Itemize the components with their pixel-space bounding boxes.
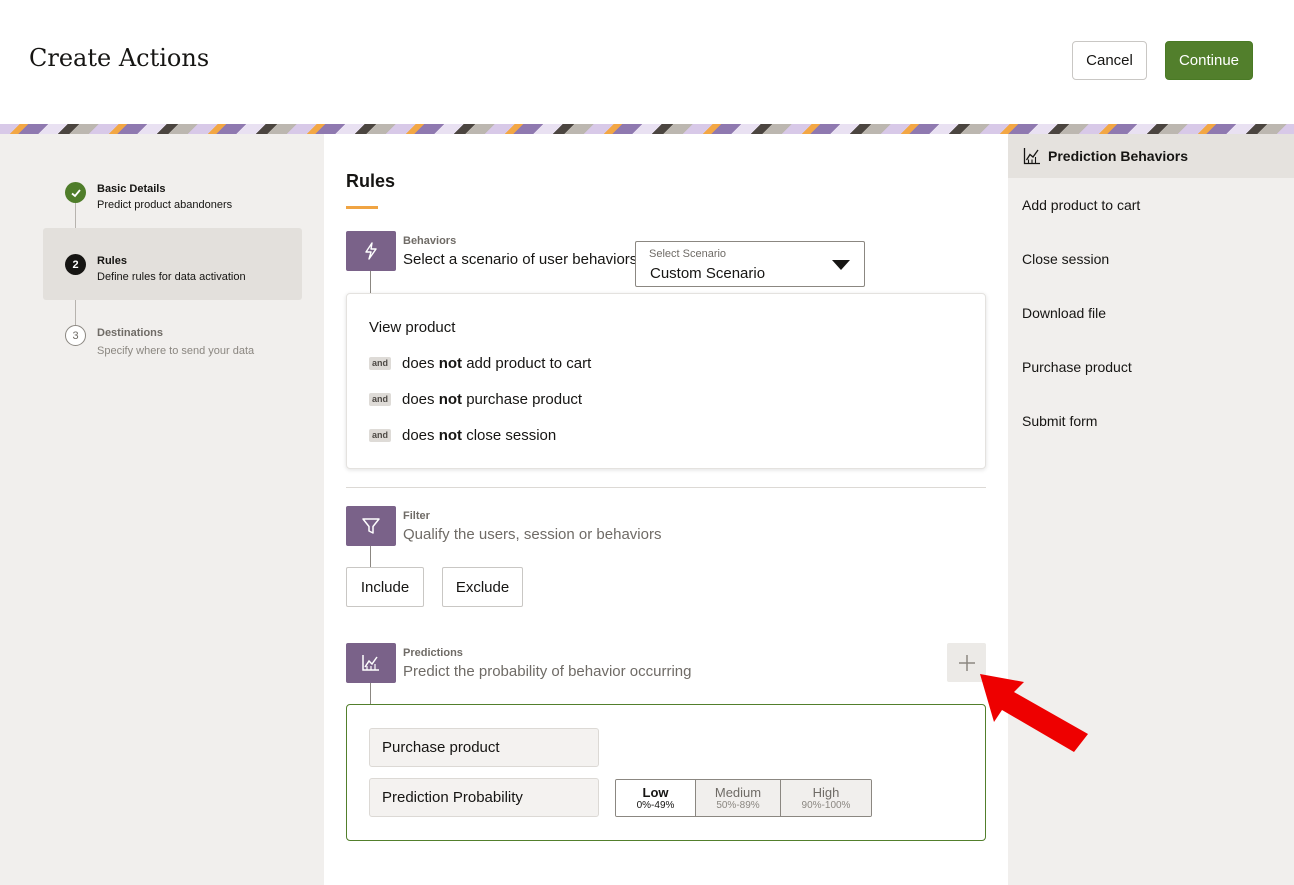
behavior-row[interactable]: and does not purchase product [369, 389, 582, 409]
step-subtitle: Specify where to send your data [97, 345, 255, 357]
prediction-probability-field: Prediction Probability [369, 778, 599, 817]
and-badge: and [369, 356, 391, 370]
behavior-text: does not close session [402, 426, 557, 444]
predictions-label: Predictions [403, 647, 463, 659]
annotation-arrow-icon [980, 674, 1088, 752]
step-number-icon: 2 [65, 254, 86, 275]
include-button[interactable]: Include [346, 567, 424, 607]
behaviors-description: Select a scenario of user behaviors [403, 251, 638, 268]
behaviors-card: View product and does not add product to… [346, 293, 986, 469]
prediction-card: Purchase product Prediction Probability … [346, 704, 986, 841]
step-title: Basic Details [97, 183, 166, 195]
probability-option-high[interactable]: High 90%-100% [780, 780, 871, 816]
panel-item[interactable]: Purchase product [1022, 359, 1132, 375]
panel-item[interactable]: Add product to cart [1022, 197, 1140, 213]
step-title: Destinations [97, 327, 164, 339]
continue-button[interactable]: Continue [1165, 41, 1253, 80]
filter-label: Filter [403, 510, 430, 522]
title-underline [346, 206, 378, 209]
behavior-item[interactable]: View product [369, 319, 455, 336]
caret-down-icon [832, 260, 850, 270]
page-title: Create Actions [29, 44, 210, 72]
section-connector [370, 683, 371, 704]
probability-segmented-control: Low 0%-49% Medium 50%-89% High 90%-100% [615, 779, 872, 817]
and-badge: and [369, 428, 391, 442]
panel-item[interactable]: Submit form [1022, 413, 1097, 429]
step-rules[interactable]: 2 Rules Define rules for data activation [43, 228, 302, 300]
check-icon [65, 182, 86, 203]
section-title: Rules [346, 171, 396, 191]
filter-icon [346, 506, 396, 546]
section-connector [370, 546, 371, 567]
cancel-button[interactable]: Cancel [1072, 41, 1147, 80]
plus-icon [958, 654, 975, 671]
probability-option-medium[interactable]: Medium 50%-89% [695, 780, 780, 816]
decorative-banner [0, 124, 1294, 134]
section-divider [346, 487, 986, 488]
step-subtitle: Predict product abandoners [97, 199, 233, 211]
lightning-icon [346, 231, 396, 271]
step-subtitle: Define rules for data activation [97, 271, 246, 283]
select-label: Select Scenario [649, 248, 727, 260]
and-badge: and [369, 392, 391, 406]
page-header: Create Actions Cancel Continue [0, 0, 1294, 124]
select-value: Custom Scenario [650, 265, 766, 282]
stepper-panel: Basic Details Predict product abandoners… [0, 134, 324, 885]
prediction-behaviors-panel: Prediction Behaviors Add product to cart… [1008, 134, 1294, 885]
panel-header: Prediction Behaviors [1008, 134, 1294, 178]
predictions-description: Predict the probability of behavior occu… [403, 663, 692, 680]
behavior-row[interactable]: and does not close session [369, 425, 556, 445]
scenario-select[interactable]: Select Scenario Custom Scenario [635, 241, 865, 287]
panel-title: Prediction Behaviors [1048, 148, 1189, 164]
behavior-text: does not purchase product [402, 390, 583, 408]
step-destinations[interactable]: 3 Destinations Specify where to send you… [43, 312, 302, 384]
step-title: Rules [97, 255, 127, 267]
behaviors-label: Behaviors [403, 235, 457, 247]
behavior-row[interactable]: and does not add product to cart [369, 353, 591, 373]
chart-icon [346, 643, 396, 683]
panel-item[interactable]: Close session [1022, 251, 1109, 267]
section-connector [370, 271, 371, 293]
exclude-button[interactable]: Exclude [442, 567, 523, 607]
probability-option-low[interactable]: Low 0%-49% [616, 780, 695, 816]
filter-description: Qualify the users, session or behaviors [403, 526, 662, 543]
panel-item[interactable]: Download file [1022, 305, 1106, 321]
behavior-text: does not add product to cart [402, 354, 592, 372]
prediction-behavior-field[interactable]: Purchase product [369, 728, 599, 767]
step-number-icon: 3 [65, 325, 86, 346]
chart-icon [1023, 148, 1040, 165]
